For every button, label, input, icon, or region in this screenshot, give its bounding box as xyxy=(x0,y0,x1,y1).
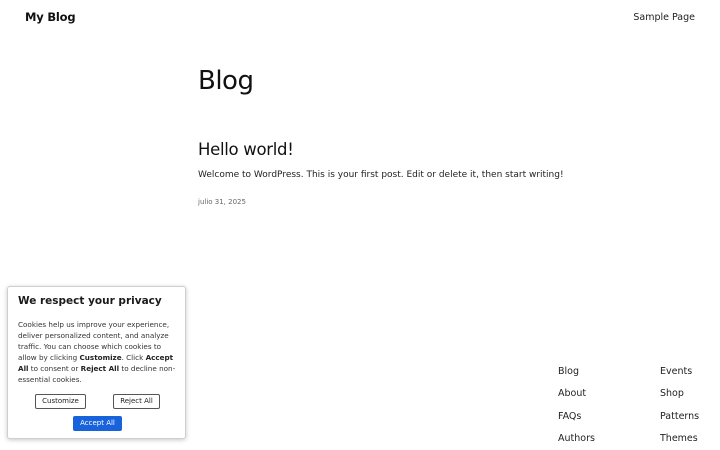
footer-link-blog[interactable]: Blog xyxy=(558,361,595,383)
cookie-text-reject: Reject All xyxy=(80,364,120,374)
post-excerpt: Welcome to WordPress. This is your first… xyxy=(198,170,564,180)
footer-link-shop[interactable]: Shop xyxy=(660,383,699,405)
accept-all-button[interactable]: Accept All xyxy=(73,416,122,431)
cookie-banner-description: Cookies help us improve your experience,… xyxy=(18,319,180,386)
cookie-text-customize: Customize xyxy=(79,353,122,363)
post-title[interactable]: Hello world! xyxy=(198,140,294,159)
footer-link-faqs[interactable]: FAQs xyxy=(558,406,595,428)
cookie-banner-title: We respect your privacy xyxy=(18,295,162,307)
cookie-text-part-3: to consent or xyxy=(28,364,81,374)
site-title[interactable]: My Blog xyxy=(25,10,76,24)
footer-nav-column-2: Events Shop Patterns Themes xyxy=(660,361,699,450)
footer-nav-column-1: Blog About FAQs Authors xyxy=(558,361,595,450)
cookie-text-part-2: . Click xyxy=(121,353,146,363)
page: My Blog Sample Page Blog Hello world! We… xyxy=(0,0,720,450)
post-date[interactable]: julio 31, 2025 xyxy=(198,198,246,206)
footer-link-authors[interactable]: Authors xyxy=(558,428,595,450)
footer-link-themes[interactable]: Themes xyxy=(660,428,699,450)
customize-button[interactable]: Customize xyxy=(35,394,86,409)
page-title: Blog xyxy=(198,66,254,96)
footer-link-about[interactable]: About xyxy=(558,383,595,405)
cookie-consent-banner: We respect your privacy Cookies help us … xyxy=(7,286,186,439)
nav-link-sample-page[interactable]: Sample Page xyxy=(633,12,695,23)
reject-all-button[interactable]: Reject All xyxy=(113,394,160,409)
footer-link-patterns[interactable]: Patterns xyxy=(660,406,699,428)
footer-link-events[interactable]: Events xyxy=(660,361,699,383)
